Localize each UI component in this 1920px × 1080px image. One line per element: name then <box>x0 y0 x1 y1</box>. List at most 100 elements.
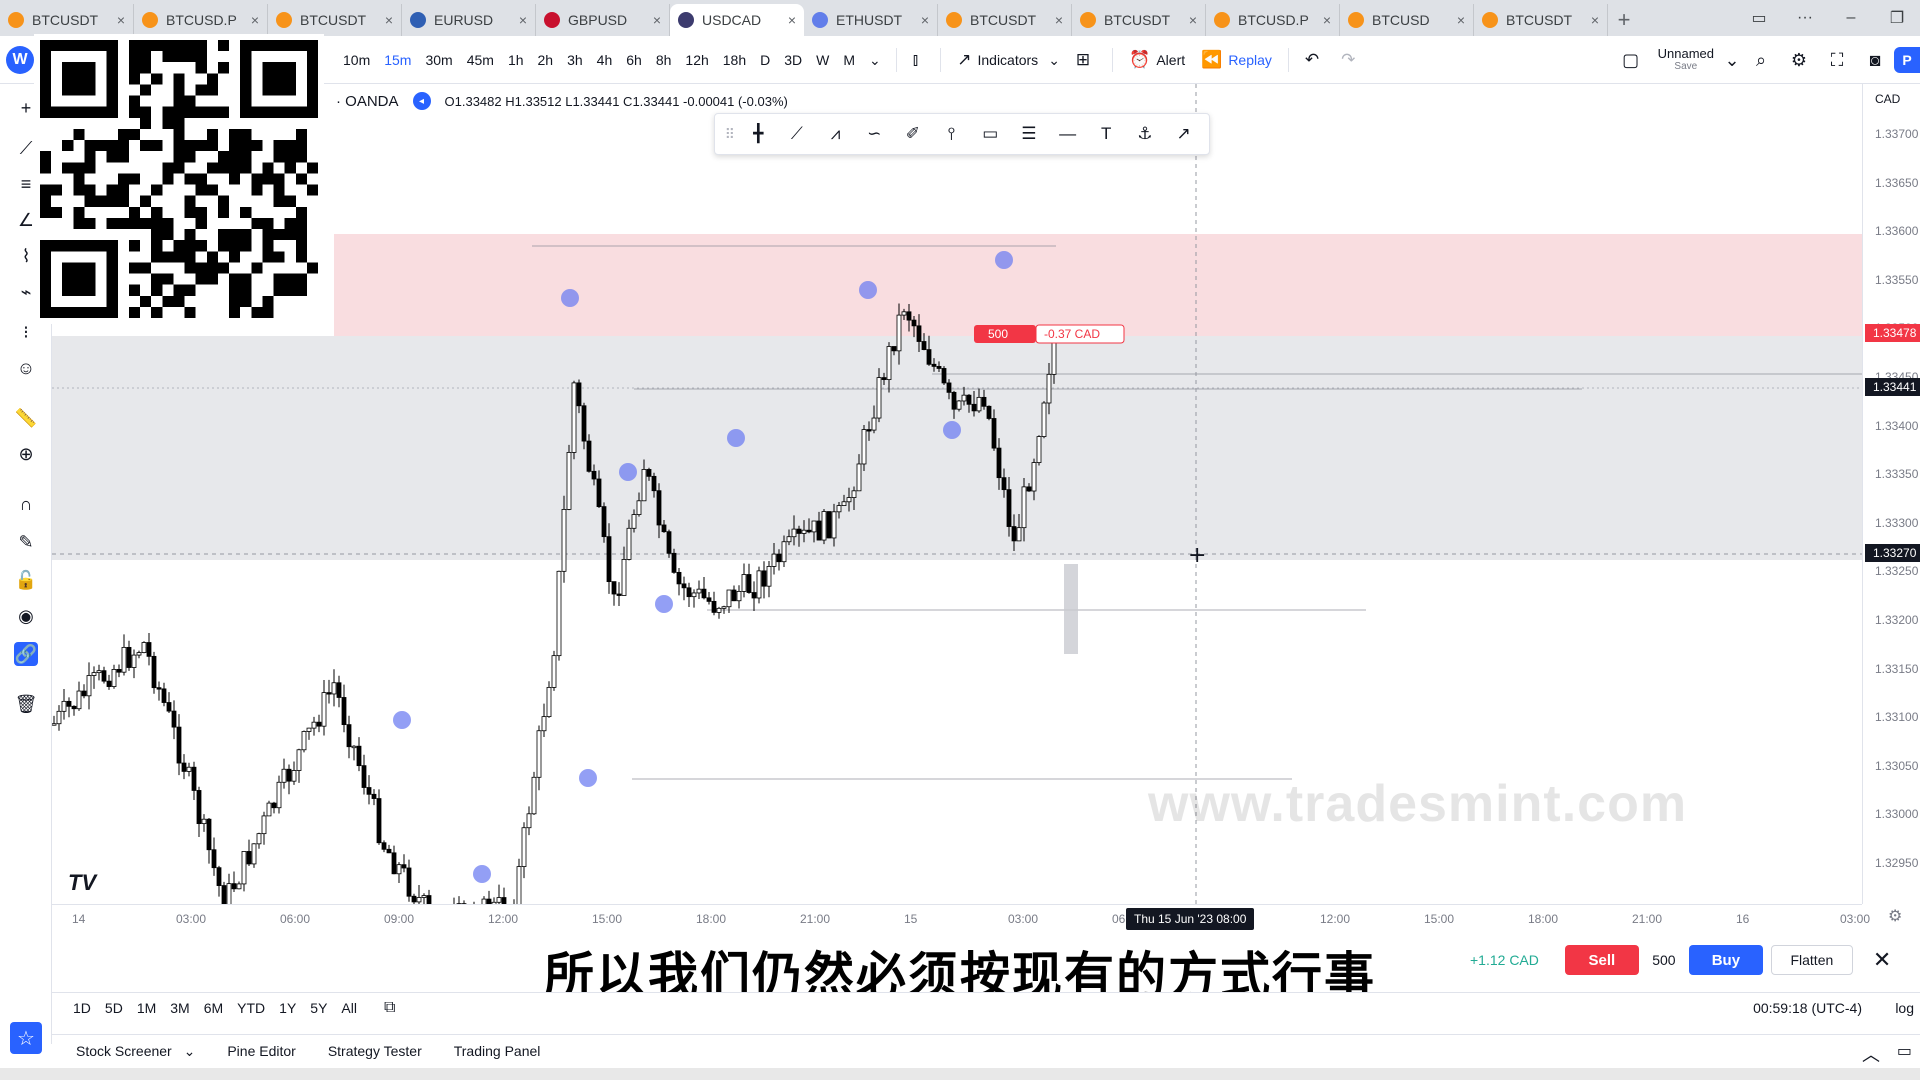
range-1y[interactable]: 1Y <box>272 1000 303 1016</box>
close-icon[interactable]: × <box>117 12 125 28</box>
interval-45m[interactable]: 45m <box>460 52 501 68</box>
magnet-icon[interactable]: ∩ <box>14 492 38 516</box>
close-icon[interactable]: × <box>653 12 661 28</box>
browser-tab[interactable]: BTCUSDT × <box>268 4 402 36</box>
zigzag-tool-icon[interactable]: ⩘ <box>816 124 855 144</box>
log-scale-toggle[interactable]: log <box>1895 1000 1914 1016</box>
range-ytd[interactable]: YTD <box>230 1000 272 1016</box>
browser-tab[interactable]: USDCAD × <box>670 4 804 36</box>
tradingview-menu-button[interactable]: W <box>6 46 34 74</box>
bottom-tab[interactable]: Stock Screener ⌄ <box>60 1043 211 1060</box>
interval-3d[interactable]: 3D <box>777 52 809 68</box>
fullscreen-icon[interactable]: ⛶ <box>1818 50 1856 71</box>
interval-2h[interactable]: 2h <box>531 52 561 68</box>
drag-handle-icon[interactable]: ⠿ <box>721 126 739 143</box>
candle-style-button[interactable]: ⫾ <box>905 44 932 76</box>
zoom-in-icon[interactable]: ⊕ <box>14 442 38 466</box>
replay-button[interactable]: ⏪ Replay <box>1193 44 1280 76</box>
range-all[interactable]: All <box>334 1000 364 1016</box>
range-1d[interactable]: 1D <box>66 1000 98 1016</box>
lock-drawing-icon[interactable]: ✎ <box>14 530 38 554</box>
interval-18h[interactable]: 18h <box>716 52 753 68</box>
sell-button[interactable]: Sell <box>1564 945 1639 975</box>
undo-button[interactable]: ↶ <box>1297 44 1333 76</box>
chevron-down-icon[interactable]: ⌄ <box>1722 50 1742 71</box>
publish-button[interactable]: P <box>1894 47 1920 73</box>
browser-tab[interactable]: BTCUSDT × <box>0 4 134 36</box>
quick-search-icon[interactable]: ⌕ <box>1742 50 1780 71</box>
interval-12h[interactable]: 12h <box>678 52 715 68</box>
browser-tab[interactable]: BTCUSDT × <box>938 4 1072 36</box>
close-icon[interactable]: × <box>251 12 259 28</box>
interval-m[interactable]: M <box>836 52 862 68</box>
camera-icon[interactable]: ◙ <box>1856 50 1894 71</box>
interval-3h[interactable]: 3h <box>560 52 590 68</box>
currency-selector[interactable]: CAD <box>1875 92 1900 106</box>
fork-tool-icon[interactable]: ⫯ <box>932 124 971 144</box>
axis-settings-icon[interactable]: ⚙ <box>1888 906 1902 926</box>
cross-tool-icon[interactable]: ╋ <box>739 124 778 144</box>
interval-30m[interactable]: 30m <box>418 52 459 68</box>
interval-4h[interactable]: 4h <box>590 52 620 68</box>
cast-icon[interactable]: ▭ <box>1736 8 1782 28</box>
close-icon[interactable]: × <box>1457 12 1465 28</box>
market-status-icon[interactable]: ◂ <box>412 92 431 110</box>
line-tool-icon[interactable]: ⟋ <box>778 124 817 144</box>
new-tab-button[interactable]: + <box>1608 4 1640 36</box>
brush-tool-icon[interactable]: ✐ <box>894 124 933 144</box>
browser-tab[interactable]: ETHUSDT × <box>804 4 938 36</box>
range-5d[interactable]: 5D <box>98 1000 130 1016</box>
browser-tab[interactable]: BTCUSD.P × <box>134 4 268 36</box>
maximize-panel-icon[interactable]: ▭ <box>1897 1041 1912 1061</box>
collapse-panel-icon[interactable]: ︿ <box>1862 1041 1880 1067</box>
more-icon[interactable]: ··· <box>1782 9 1828 27</box>
gear-icon[interactable]: ⚙ <box>1780 50 1818 71</box>
text-tool-icon[interactable]: T <box>1087 124 1126 144</box>
interval-6h[interactable]: 6h <box>619 52 649 68</box>
chevron-down-icon[interactable]: ⌄ <box>862 52 888 69</box>
templates-button[interactable]: ⊞ <box>1068 44 1104 76</box>
close-icon[interactable]: ✕ <box>1873 947 1891 973</box>
bottom-tab[interactable]: Pine Editor <box>211 1043 311 1060</box>
eye-icon[interactable]: ◉ <box>14 604 38 628</box>
price-axis[interactable]: CAD 1.337001.336501.336001.335501.335001… <box>1862 84 1920 904</box>
close-icon[interactable]: × <box>788 12 796 28</box>
indicators-button[interactable]: ↗ Indicators ⌄ <box>949 44 1068 76</box>
alert-button[interactable]: ⏰ Alert <box>1121 44 1193 76</box>
close-icon[interactable]: × <box>519 12 527 28</box>
interval-15m[interactable]: 15m <box>377 52 418 68</box>
anchor-tool-icon[interactable]: ⚓ <box>1126 124 1165 144</box>
bottom-tab[interactable]: Trading Panel <box>438 1043 557 1060</box>
link-icon[interactable]: 🔗 <box>14 642 38 666</box>
layout-name-button[interactable]: Unnamed Save <box>1658 47 1714 73</box>
symbol-name[interactable]: · OANDA <box>336 93 399 110</box>
favorites-star-icon[interactable]: ☆ <box>10 1022 42 1054</box>
range-5y[interactable]: 5Y <box>303 1000 334 1016</box>
close-icon[interactable]: × <box>385 12 393 28</box>
restore-icon[interactable]: ❐ <box>1874 8 1920 28</box>
quantity-field[interactable]: 500 <box>1639 952 1689 968</box>
range-1m[interactable]: 1M <box>130 1000 163 1016</box>
lock-icon[interactable]: 🔓 <box>14 568 38 592</box>
browser-tab[interactable]: BTCUSDT × <box>1072 4 1206 36</box>
browser-tab[interactable]: GBPUSD × <box>536 4 670 36</box>
trash-icon[interactable]: 🗑 <box>14 692 38 716</box>
range-6m[interactable]: 6M <box>197 1000 230 1016</box>
close-icon[interactable]: × <box>1189 12 1197 28</box>
bottom-tab[interactable]: Strategy Tester <box>312 1043 438 1060</box>
minimize-icon[interactable]: – <box>1828 9 1874 27</box>
browser-tab[interactable]: EURUSD × <box>402 4 536 36</box>
close-icon[interactable]: × <box>921 12 929 28</box>
interval-1h[interactable]: 1h <box>501 52 531 68</box>
interval-8h[interactable]: 8h <box>649 52 679 68</box>
rectangle-tool-icon[interactable]: ▭ <box>971 124 1010 144</box>
time-axis[interactable]: 14 03:00 06:00 09:00 12:00 15:00 18:00 21:00 15 0… <box>52 904 1870 932</box>
interval-w[interactable]: W <box>809 52 836 68</box>
ruler-icon[interactable]: 📏 <box>14 406 38 430</box>
close-icon[interactable]: × <box>1055 12 1063 28</box>
browser-tab[interactable]: BTCUSDT × <box>1474 4 1608 36</box>
clock[interactable]: 00:59:18 (UTC-4) <box>1753 1000 1862 1016</box>
curve-tool-icon[interactable]: ∽ <box>855 124 894 144</box>
flatten-button[interactable]: Flatten <box>1770 945 1853 975</box>
close-icon[interactable]: × <box>1591 12 1599 28</box>
